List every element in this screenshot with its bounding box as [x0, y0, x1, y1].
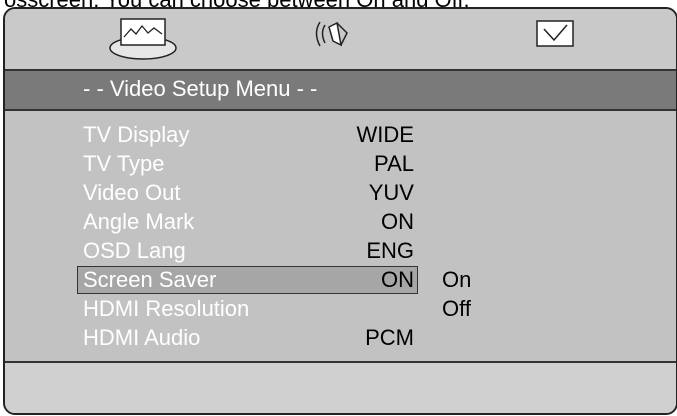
menu-item-label: Screen Saver — [83, 267, 217, 292]
menu-item-value: ON — [381, 267, 414, 292]
menu-item-value: PAL — [374, 151, 414, 176]
menu-item-tv-display[interactable]: TV Display WIDE — [5, 121, 676, 150]
menu-item-label: Angle Mark — [83, 209, 195, 234]
menu-item-value: WIDE — [356, 122, 414, 147]
menu-item-label: TV Display — [83, 122, 190, 147]
menu-item-value: YUV — [368, 180, 414, 205]
menu-item-label: HDMI Audio — [83, 325, 201, 350]
menu-item-tv-type[interactable]: TV Type PAL — [5, 150, 676, 179]
menu-title: - - Video Setup Menu - - — [83, 76, 318, 101]
menu-item-label: Video Out — [83, 180, 181, 205]
menu-item-label: TV Type — [83, 151, 165, 176]
preference-checkbox-icon[interactable] — [535, 19, 577, 54]
video-setup-icon[interactable] — [105, 15, 185, 68]
menu-item-label: HDMI Resolution — [83, 296, 250, 321]
menu-item-value: ON — [381, 209, 414, 234]
menu-item-screen-saver[interactable]: Screen Saver ON On — [5, 266, 676, 295]
menu-item-value: PCM — [365, 325, 414, 350]
menu-item-angle-mark[interactable]: Angle Mark ON — [5, 208, 676, 237]
menu-item-hdmi-resolution[interactable]: HDMI Resolution Off — [5, 295, 676, 324]
menu-footer — [5, 363, 676, 413]
menu-item-hdmi-audio[interactable]: HDMI Audio PCM — [5, 324, 676, 353]
menu-item-label: OSD Lang — [83, 238, 186, 263]
setup-toolbar — [5, 9, 676, 71]
audio-setup-icon[interactable] — [311, 17, 355, 58]
menu-title-bar: - - Video Setup Menu - - — [5, 71, 676, 111]
option-on[interactable]: On — [442, 266, 471, 294]
option-off[interactable]: Off — [442, 295, 471, 323]
video-setup-panel: - - Video Setup Menu - - TV Display WIDE… — [3, 7, 677, 415]
menu-item-osd-lang[interactable]: OSD Lang ENG — [5, 237, 676, 266]
menu-item-value: ENG — [366, 238, 414, 263]
menu-list: TV Display WIDE TV Type PAL Video Out YU… — [5, 111, 676, 363]
menu-item-video-out[interactable]: Video Out YUV — [5, 179, 676, 208]
